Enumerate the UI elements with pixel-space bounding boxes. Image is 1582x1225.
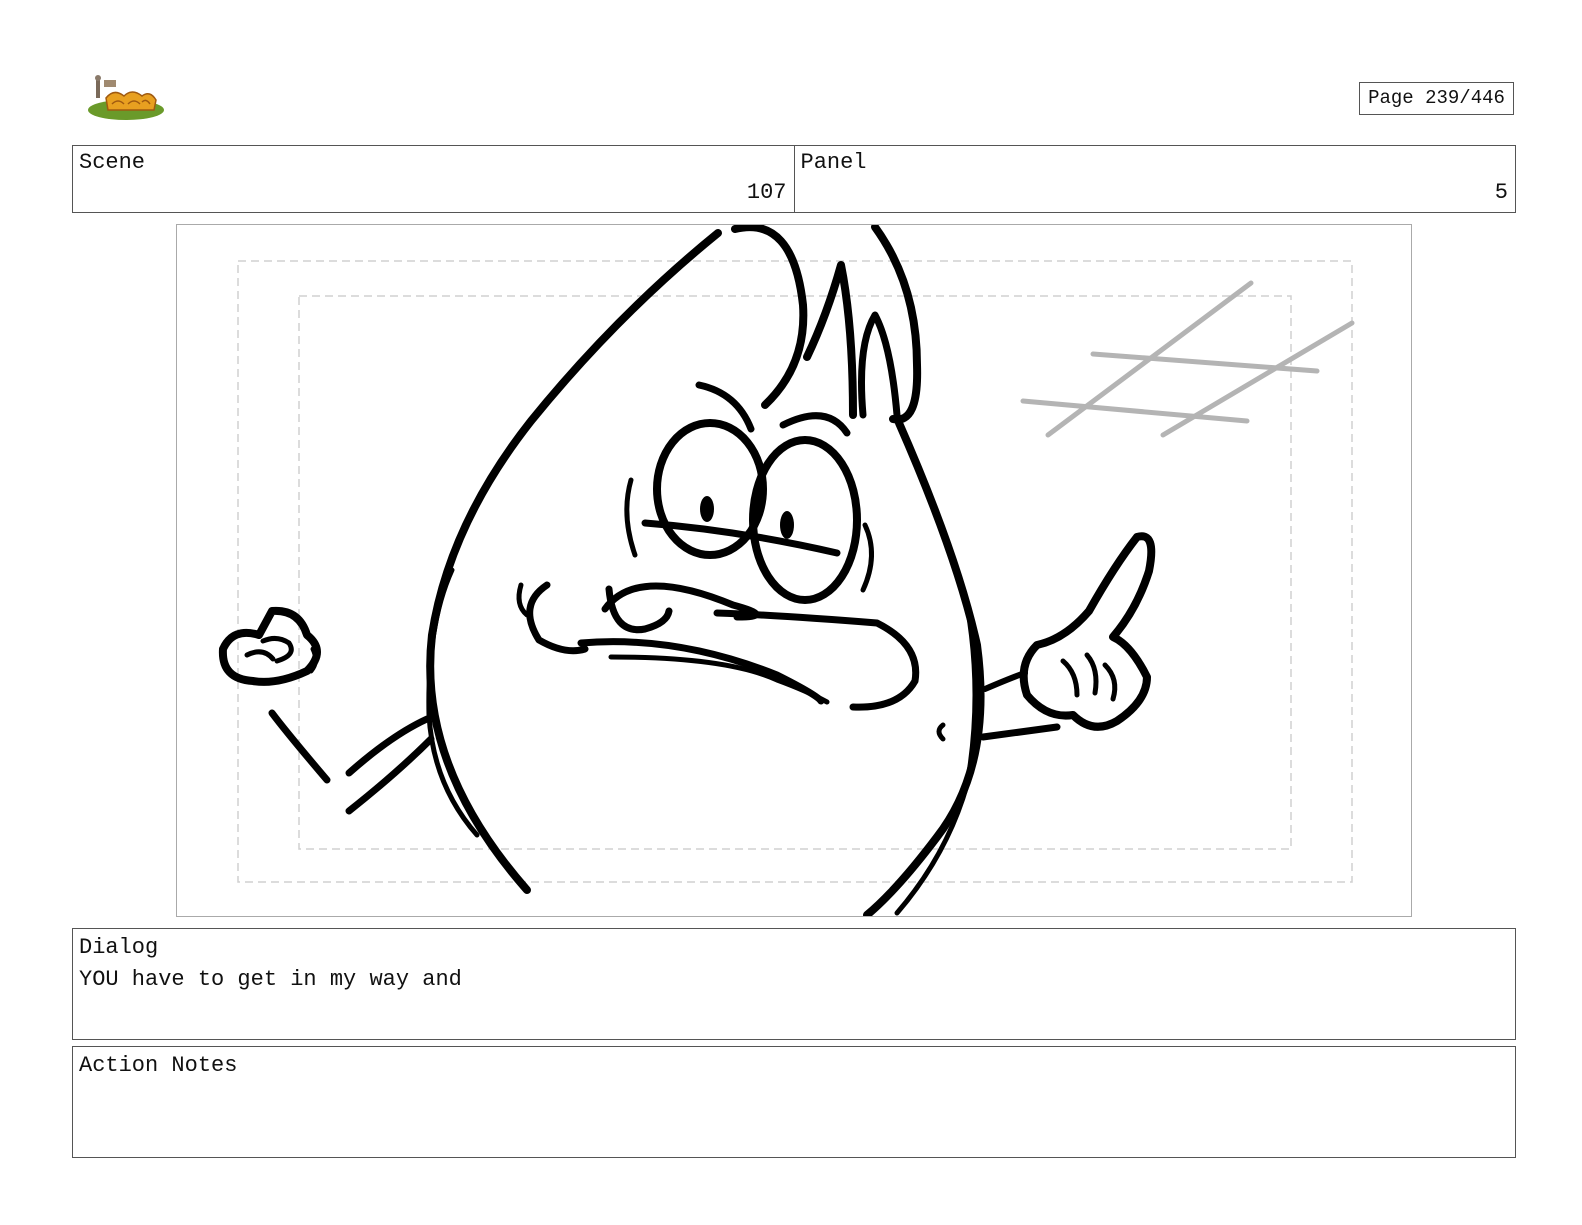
scene-cell: Scene 107 <box>73 146 794 212</box>
scene-label: Scene <box>79 150 146 175</box>
page-indicator: Page 239/446 <box>1359 82 1514 115</box>
character <box>218 225 1156 916</box>
storyboard-frame <box>176 224 1412 917</box>
window-sketch <box>1020 280 1355 438</box>
panel-number: 5 <box>1494 180 1508 205</box>
panel-label: Panel <box>800 150 867 175</box>
scene-panel-header: Scene 107 Panel 5 <box>72 145 1516 213</box>
brand-logo <box>84 74 164 122</box>
scene-number: 107 <box>746 180 787 205</box>
character-sketch <box>218 225 1355 916</box>
dialog-box: Dialog YOU have to get in my way and <box>72 928 1516 1040</box>
dialog-text: YOU have to get in my way and <box>79 967 462 992</box>
action-notes-label: Action Notes <box>79 1053 238 1078</box>
dialog-label: Dialog <box>79 935 159 960</box>
action-notes-box: Action Notes <box>72 1046 1516 1158</box>
panel-cell: Panel 5 <box>793 146 1516 212</box>
